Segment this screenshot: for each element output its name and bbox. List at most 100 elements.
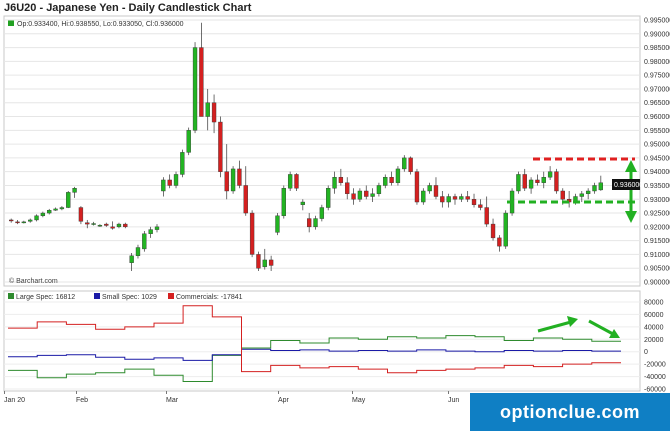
candle-body — [224, 171, 229, 192]
candle-body — [59, 207, 65, 210]
price-tick-label: 0.960000 — [644, 114, 670, 121]
chart-title: J6U20 - Japanese Yen - Daily Candlestick… — [4, 2, 252, 14]
candle-body — [465, 196, 470, 200]
candle-body — [173, 174, 179, 186]
candle-body — [34, 215, 39, 221]
candle-body — [338, 176, 344, 183]
cot-legend: Large Spec: 16812 Small Spec: 1029 Commerc… — [8, 293, 243, 301]
cot-legend-label: Commercials: -17841 — [176, 294, 243, 301]
candle-body — [459, 196, 464, 200]
month-tick-label: Jun — [448, 397, 459, 404]
candle-body — [345, 182, 350, 194]
watermark: © Barchart.com — [9, 277, 58, 285]
candle-body — [167, 179, 172, 186]
candle-body — [28, 219, 33, 222]
price-tick-label: 0.965000 — [644, 100, 670, 107]
month-tick-label: May — [352, 397, 366, 404]
candle-body — [408, 157, 413, 172]
candle-body — [110, 226, 115, 229]
price-tick-label: 0.930000 — [644, 197, 670, 204]
candle-body — [446, 196, 451, 203]
price-tick-label: 0.975000 — [644, 73, 670, 80]
price-tick-label: 0.945000 — [644, 155, 670, 162]
candle-body — [148, 229, 153, 234]
candle-body — [332, 176, 337, 189]
candle-body — [579, 193, 584, 197]
month-tick-label: Mar — [166, 397, 179, 404]
candle-body — [97, 224, 103, 227]
candle-body — [123, 223, 128, 228]
candle-body — [199, 47, 204, 117]
candle-body — [376, 185, 382, 194]
cot-axis: 800006000040000200000-20000-40000-60000 — [644, 300, 666, 394]
cot-tick-label: -20000 — [644, 362, 666, 369]
candle-body — [262, 259, 267, 268]
candle-body — [211, 102, 217, 123]
candle-body — [541, 176, 546, 183]
candle-body — [192, 47, 198, 131]
price-tick-label: 0.990000 — [644, 31, 670, 38]
candle-body — [497, 237, 502, 247]
candle-body — [522, 174, 527, 189]
price-tick-label: 0.910000 — [644, 252, 670, 259]
candle-body — [104, 223, 109, 226]
candle-body — [503, 212, 508, 247]
candle-body — [395, 168, 401, 183]
candle-body — [186, 130, 191, 153]
candle-body — [66, 192, 71, 208]
price-tick-label: 0.950000 — [644, 142, 670, 149]
candle-body — [389, 176, 394, 183]
cot-legend-label: Small Spec: 1029 — [102, 294, 157, 301]
candle-body — [598, 182, 603, 191]
candle-body — [294, 174, 299, 189]
candle-body — [47, 210, 52, 214]
candle-body — [243, 185, 248, 214]
candle-body — [319, 207, 325, 219]
cot-tick-label: 60000 — [644, 312, 664, 319]
candle-body — [560, 190, 565, 200]
price-tick-label: 0.970000 — [644, 86, 670, 93]
cot-legend-swatch — [168, 293, 174, 299]
price-tick-label: 0.900000 — [644, 280, 670, 287]
price-tick-label: 0.940000 — [644, 169, 670, 176]
cot-panel — [3, 290, 641, 392]
candle-body — [78, 207, 84, 222]
candle-body — [351, 193, 356, 200]
candle-body — [421, 190, 426, 203]
candle-body — [313, 218, 318, 228]
candle-body — [281, 188, 286, 217]
candle-body — [554, 171, 559, 192]
candle-body — [326, 188, 331, 208]
candle-body — [154, 226, 160, 230]
candle-body — [307, 218, 312, 228]
candle-body — [414, 171, 420, 203]
candle-body — [249, 212, 255, 255]
cot-tick-label: 80000 — [644, 300, 664, 307]
candle-body — [490, 223, 496, 239]
ohlc-legend: Op:0.933400, Hi:0.938550, Lo:0.933050, C… — [17, 21, 184, 28]
month-tick-label: Feb — [76, 397, 88, 404]
price-tick-label: 0.985000 — [644, 45, 670, 52]
candle-body — [268, 259, 274, 266]
cot-legend-label: Large Spec: 16812 — [16, 294, 75, 301]
candle-body — [275, 215, 280, 233]
candle-body — [40, 212, 46, 217]
price-tick-label: 0.955000 — [644, 128, 670, 135]
price-tick-label: 0.935000 — [644, 183, 670, 190]
price-axis: 0.995000 0.990000 0.985000 0.980000 0.975000… — [644, 18, 670, 287]
price-tick-label: 0.980000 — [644, 59, 670, 66]
month-axis: Jan 20 Feb Mar Apr May Jun — [4, 391, 459, 404]
price-tick-label: 0.925000 — [644, 211, 670, 218]
candle-body — [135, 247, 141, 257]
cot-tick-label: 40000 — [644, 324, 664, 331]
candle-body — [528, 179, 534, 189]
candle-body — [383, 176, 388, 186]
price-tick-label: 0.920000 — [644, 224, 670, 231]
candle-body — [237, 168, 242, 186]
cot-tick-label: 0 — [644, 349, 648, 356]
brand-banner: optionclue.com — [470, 393, 670, 431]
candle-body — [142, 233, 147, 250]
month-tick-label: Apr — [278, 397, 290, 404]
cot-legend-swatch — [8, 293, 14, 299]
candle-body — [230, 168, 236, 192]
